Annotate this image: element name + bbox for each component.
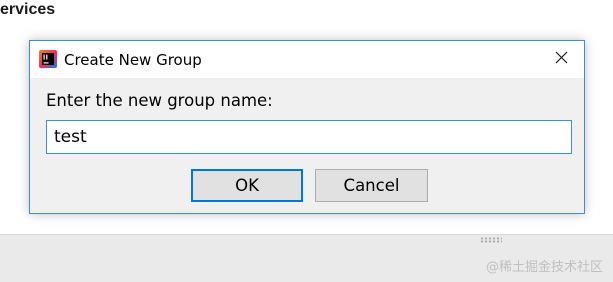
dialog-titlebar[interactable]: Create New Group — [30, 41, 584, 78]
ok-button[interactable]: OK — [191, 169, 303, 202]
resize-grip-icon[interactable] — [480, 237, 502, 243]
intellij-idea-icon — [39, 50, 57, 68]
background-section-heading: ervices — [0, 1, 56, 18]
create-new-group-dialog: Create New Group Enter the new group nam… — [29, 40, 585, 214]
close-icon — [555, 51, 568, 69]
close-button[interactable] — [538, 41, 584, 78]
watermark: @稀土掘金技术社区 — [485, 260, 603, 275]
dialog-title: Create New Group — [64, 51, 202, 69]
group-name-input[interactable] — [46, 120, 572, 154]
cancel-button[interactable]: Cancel — [315, 169, 428, 202]
group-name-prompt: Enter the new group name: — [46, 91, 273, 110]
